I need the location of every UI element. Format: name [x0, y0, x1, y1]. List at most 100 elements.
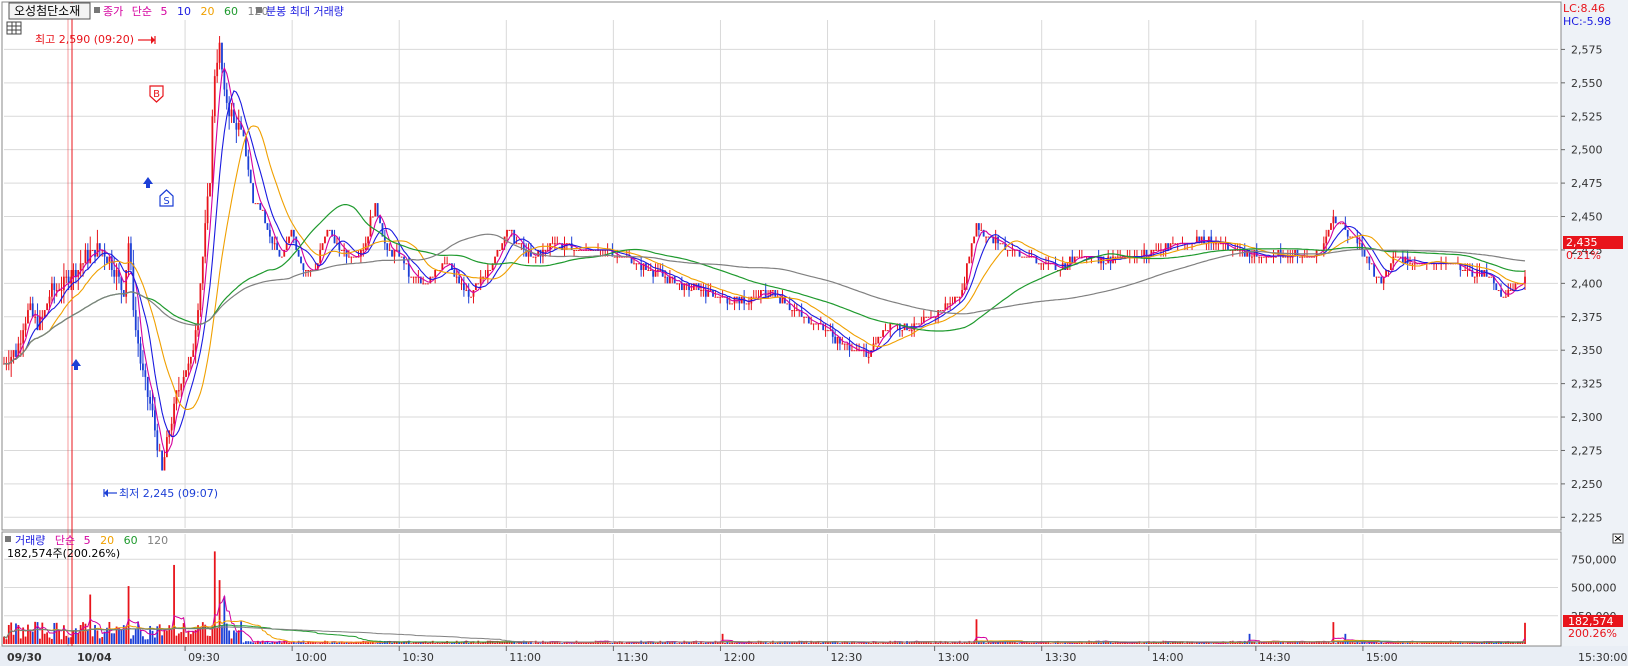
candle-body [431, 276, 434, 278]
time-tick-label: 12:00 [723, 651, 755, 664]
candle-body [1251, 256, 1253, 258]
candle-body [1006, 249, 1009, 251]
candle-body [980, 229, 983, 231]
candle-body [647, 269, 650, 271]
volume-bar [930, 642, 932, 644]
volume-bar [1404, 643, 1407, 644]
volume-current-text: 182,574주(200.26%) [7, 547, 120, 560]
volume-bar [1193, 643, 1196, 644]
volume-bar [839, 643, 841, 644]
candle-body [197, 310, 199, 331]
candle-body [649, 269, 652, 271]
volume-bar [762, 642, 765, 644]
candle-body [46, 303, 49, 311]
price-tick-label: 2,300 [1571, 411, 1603, 424]
volume-bar [1334, 643, 1337, 644]
volume-bar [328, 643, 331, 644]
volume-bar [623, 643, 626, 644]
volume-bar [702, 642, 705, 644]
volume-bar [1284, 643, 1287, 644]
candle-body [1409, 263, 1411, 265]
volume-bar [290, 642, 293, 644]
volume-bar [975, 619, 978, 644]
volume-bar [412, 642, 415, 644]
volume-bar [1035, 642, 1038, 644]
candle-body [252, 183, 255, 204]
candle-body [719, 296, 722, 298]
candle-body [853, 350, 856, 352]
volume-bar [728, 642, 731, 644]
candle-body [393, 249, 396, 257]
candle-body [338, 243, 341, 250]
volume-bar [154, 637, 156, 644]
volume-bar [348, 642, 350, 644]
stock-name: 오성첨단소재 [14, 4, 80, 18]
volume-bar [721, 633, 724, 644]
volume-bar [434, 643, 437, 644]
volume-bar [1241, 642, 1244, 644]
volume-bar [276, 642, 278, 644]
volume-bar [1114, 642, 1117, 644]
candle-body [851, 350, 853, 352]
volume-bar [980, 642, 983, 644]
candle-body [1342, 223, 1344, 225]
candle-body [949, 303, 952, 305]
volume-bar [561, 643, 563, 644]
volume-bar [1349, 642, 1352, 644]
volume-bar [206, 635, 209, 644]
volume-bar [1514, 643, 1517, 644]
volume-bar [474, 643, 477, 644]
price-tick-label: 2,400 [1571, 277, 1603, 290]
volume-bar [94, 624, 96, 644]
volume-bar [82, 622, 84, 644]
candle-body [515, 243, 518, 245]
candle-body [496, 249, 499, 257]
candle-body [805, 316, 808, 318]
volume-bar [848, 642, 851, 644]
price-tick-label: 2,525 [1571, 110, 1603, 123]
volume-bar [736, 642, 738, 644]
volume-bar [316, 643, 319, 644]
candle-body [29, 303, 32, 311]
candle-body [24, 323, 27, 331]
candle-body [1349, 236, 1352, 238]
candle-body [1001, 243, 1004, 245]
candle-body [963, 283, 966, 291]
volume-bar [19, 638, 22, 644]
stock-chart[interactable]: 2,225 2,250 2,275 2,300 2,325 2,350 2,375 2,400… [0, 0, 1628, 666]
candle-body [908, 330, 911, 332]
collapse-icon[interactable] [1612, 533, 1624, 544]
candle-body [678, 283, 681, 285]
candle-body [736, 296, 738, 298]
candle-body [680, 283, 683, 291]
candle-body [106, 256, 108, 264]
candle-body [970, 243, 973, 257]
candle-body [788, 303, 791, 311]
candle-body [534, 256, 537, 258]
volume-bar [223, 596, 226, 644]
volume-bar [15, 623, 17, 644]
price-tick-label: 2,275 [1571, 444, 1603, 457]
candle-body [209, 183, 211, 197]
volume-bar [1013, 642, 1016, 644]
volume-bar [1234, 642, 1237, 644]
table-icon[interactable] [6, 21, 22, 35]
candle-body [165, 437, 168, 458]
volume-bar [127, 586, 130, 644]
candle-body [577, 249, 580, 251]
candle-body [1114, 256, 1117, 258]
candle-body [386, 243, 389, 250]
volume-bar [767, 643, 769, 644]
candle-body [946, 303, 949, 305]
volume-bar [539, 643, 542, 644]
candle-body [1286, 256, 1289, 258]
candle-body [139, 343, 142, 364]
candle-body [137, 330, 140, 344]
candle-body [115, 269, 118, 277]
candle-body [1358, 243, 1361, 245]
volume-bar [139, 629, 142, 644]
candle-body [376, 203, 379, 217]
volume-bar [252, 642, 255, 644]
candle-body [1076, 256, 1078, 258]
candle-body [343, 249, 346, 251]
